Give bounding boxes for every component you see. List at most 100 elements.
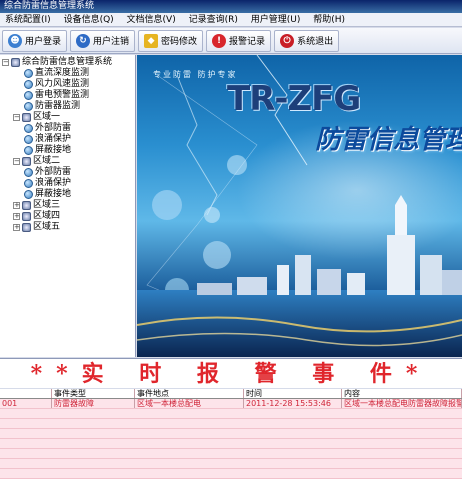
- collapse-icon[interactable]: −: [2, 59, 9, 66]
- column-header-location[interactable]: 事件地点: [135, 389, 244, 398]
- zone-icon: [22, 212, 31, 221]
- splash-banner: 专业防雷 防护专家 TR-ZFG 防雷信息管理: [137, 55, 462, 357]
- menu-bar: 系统配置(I) 设备信息(Q) 文档信息(V) 记录查询(R) 用户管理(U) …: [0, 13, 462, 27]
- alarm-events-table[interactable]: 事件类型 事件地点 时间 内容 001 防雷器故障 区域一本楼总配电 2011-…: [0, 389, 462, 479]
- cell-content: 区域一本楼总配电防雷器故障报警: [344, 399, 462, 408]
- zone-icon: [22, 157, 31, 166]
- tree-zone-1-surge[interactable]: 浪涌保护: [24, 134, 71, 145]
- product-name: 防雷信息管理: [315, 125, 462, 155]
- tree-item-label: 外部防雷: [35, 123, 72, 133]
- tree-item-lightning-warning[interactable]: 雷电预警监测: [24, 90, 89, 101]
- tree-zone-2-external[interactable]: 外部防雷: [24, 167, 71, 178]
- tree-zone-2[interactable]: − 区域二: [13, 156, 60, 167]
- tree-zone-2-grounding[interactable]: 屏蔽接地: [24, 189, 71, 200]
- change-password-label: 密码修改: [161, 37, 198, 47]
- cell-id: 001: [0, 399, 52, 408]
- expand-icon[interactable]: +: [13, 202, 20, 209]
- node-icon: [24, 69, 33, 78]
- logout-label: 用户注销: [93, 37, 130, 47]
- table-row-empty: [0, 419, 462, 429]
- expand-icon[interactable]: +: [13, 213, 20, 220]
- menu-help[interactable]: 帮助(H): [308, 13, 350, 26]
- tree-item-label: 雷电预警监测: [35, 90, 90, 100]
- node-icon: [24, 146, 33, 155]
- tree-zone-1[interactable]: − 区域一: [13, 112, 60, 123]
- key-icon: ◆: [144, 33, 159, 48]
- cell-type: 防雷器故障: [52, 399, 135, 408]
- tree-zone-label: 区域五: [33, 222, 61, 232]
- node-icon: [24, 80, 33, 89]
- realtime-alarm-heading: **实 时 报 警 事 件*: [0, 358, 462, 388]
- tree-zone-label: 区域四: [33, 211, 61, 221]
- user-icon: ☻: [8, 33, 22, 48]
- tree-zone-label: 区域二: [33, 156, 61, 166]
- collapse-icon[interactable]: −: [13, 114, 20, 121]
- cell-location: 区域一本楼总配电: [135, 399, 244, 408]
- table-row-empty: [0, 449, 462, 459]
- node-icon: [24, 190, 33, 199]
- menu-record-query[interactable]: 记录查询(R): [184, 13, 243, 26]
- menu-document-info[interactable]: 文档信息(V): [122, 13, 181, 26]
- menu-system-config[interactable]: 系统配置(I): [0, 13, 56, 26]
- table-row[interactable]: 001 防雷器故障 区域一本楼总配电 2011-12-28 15:53:46 区…: [0, 399, 462, 409]
- zone-icon: [22, 201, 31, 210]
- tree-zone-5[interactable]: + 区域五: [13, 222, 60, 233]
- device-tree[interactable]: − 综合防雷信息管理系统 直流深度监测 风力风速监测 雷电预警监测 防雷器监测 …: [0, 55, 136, 357]
- column-header-content[interactable]: 内容: [342, 389, 462, 398]
- zone-icon: [22, 223, 31, 232]
- table-row-empty: [0, 439, 462, 449]
- window-title-bar: 综合防雷信息管理系统: [0, 0, 462, 13]
- banner-tagline: 专业防雷 防护专家: [153, 70, 238, 79]
- expand-icon[interactable]: +: [13, 224, 20, 231]
- menu-device-info[interactable]: 设备信息(Q): [59, 13, 119, 26]
- node-icon: [24, 168, 33, 177]
- tree-item-label: 防雷器监测: [35, 101, 81, 111]
- exit-button[interactable]: ⏻ 系统退出: [274, 29, 340, 52]
- column-header-id[interactable]: [0, 389, 52, 398]
- tree-item-wind-monitor[interactable]: 风力风速监测: [24, 79, 89, 90]
- tree-item-label: 屏蔽接地: [35, 145, 72, 155]
- tree-zone-label: 区域一: [33, 112, 61, 122]
- tree-zone-2-surge[interactable]: 浪涌保护: [24, 178, 71, 189]
- tree-item-label: 浪涌保护: [35, 134, 72, 144]
- logout-button[interactable]: ↻ 用户注销: [70, 29, 136, 52]
- menu-user-management[interactable]: 用户管理(U): [246, 13, 306, 26]
- tree-item-label: 直流深度监测: [35, 68, 90, 78]
- tree-item-label: 屏蔽接地: [35, 189, 72, 199]
- alarm-log-label: 报警记录: [229, 37, 266, 47]
- tree-item-label: 风力风速监测: [35, 79, 90, 89]
- login-label: 用户登录: [25, 37, 62, 47]
- column-header-time[interactable]: 时间: [244, 389, 342, 398]
- tree-zone-label: 区域三: [33, 200, 61, 210]
- table-row-empty: [0, 429, 462, 439]
- tree-item-dc-monitor[interactable]: 直流深度监测: [24, 68, 89, 79]
- tree-zone-1-grounding[interactable]: 屏蔽接地: [24, 145, 71, 156]
- table-header: 事件类型 事件地点 时间 内容: [0, 389, 462, 399]
- brand-logo-text: TR-ZFG: [227, 79, 361, 119]
- node-icon: [24, 91, 33, 100]
- system-icon: [11, 58, 20, 67]
- change-password-button[interactable]: ◆ 密码修改: [138, 29, 204, 52]
- node-icon: [24, 135, 33, 144]
- collapse-icon[interactable]: −: [13, 158, 20, 165]
- alarm-log-button[interactable]: ! 报警记录: [206, 29, 272, 52]
- tree-zone-1-external[interactable]: 外部防雷: [24, 123, 71, 134]
- login-button[interactable]: ☻ 用户登录: [2, 29, 68, 52]
- tree-item-protector-monitor[interactable]: 防雷器监测: [24, 101, 80, 112]
- column-header-type[interactable]: 事件类型: [52, 389, 135, 398]
- power-icon: ⏻: [280, 33, 295, 48]
- tree-zone-4[interactable]: + 区域四: [13, 211, 60, 222]
- table-row-empty: [0, 469, 462, 479]
- tree-item-label: 浪涌保护: [35, 178, 72, 188]
- node-icon: [24, 179, 33, 188]
- zone-icon: [22, 113, 31, 122]
- cell-time: 2011-12-28 15:53:46: [244, 399, 342, 408]
- tree-item-label: 外部防雷: [35, 167, 72, 177]
- tree-root[interactable]: − 综合防雷信息管理系统: [2, 57, 112, 68]
- table-row-empty: [0, 459, 462, 469]
- alarm-icon: !: [212, 33, 227, 48]
- toolbar: ☻ 用户登录 ↻ 用户注销 ◆ 密码修改 ! 报警记录 ⏻ 系统退出: [0, 28, 462, 54]
- exit-label: 系统退出: [297, 37, 334, 47]
- window-title: 综合防雷信息管理系统: [4, 1, 95, 11]
- tree-zone-3[interactable]: + 区域三: [13, 200, 60, 211]
